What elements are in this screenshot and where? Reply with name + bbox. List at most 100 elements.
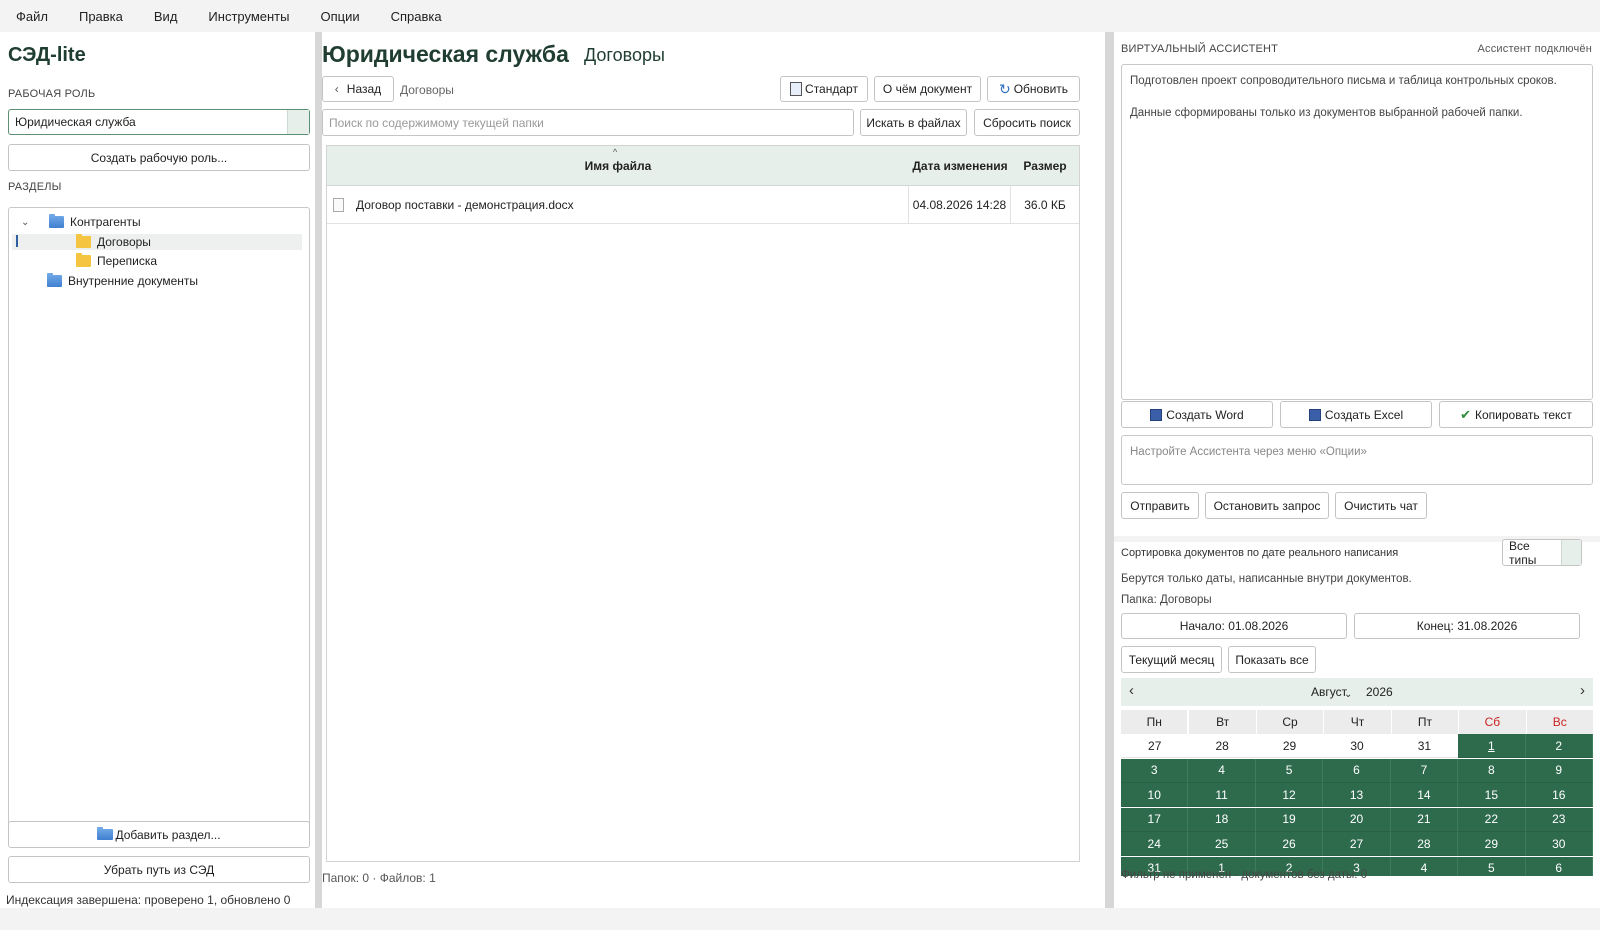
show-all-button[interactable]: Показать все xyxy=(1228,646,1316,673)
remove-path-button[interactable]: Убрать путь из СЭД xyxy=(8,856,310,883)
save-icon xyxy=(1150,408,1163,421)
calendar-day[interactable]: 26 xyxy=(1255,832,1324,856)
role-label: РАБОЧАЯ РОЛЬ xyxy=(8,88,96,100)
calendar-year[interactable]: 2026 xyxy=(1366,685,1393,699)
tree-item-dogovory[interactable]: Договоры xyxy=(76,233,151,251)
save-icon xyxy=(1308,408,1321,421)
calendar-day[interactable]: 10 xyxy=(1121,783,1189,807)
document-type-value: Все типы xyxy=(1509,538,1537,567)
calendar-day[interactable]: 30 xyxy=(1525,832,1593,856)
calendar-day[interactable]: 16 xyxy=(1525,783,1593,807)
calendar-day[interactable]: 15 xyxy=(1458,783,1526,807)
page-subtitle: Договоры xyxy=(584,45,665,65)
copy-text-button[interactable]: ✔ Копировать текст xyxy=(1439,401,1593,428)
calendar-day[interactable]: 27 xyxy=(1121,734,1189,758)
create-excel-button[interactable]: Создать Excel xyxy=(1280,401,1432,428)
splitter-left[interactable] xyxy=(315,32,322,908)
table-row[interactable]: Договор поставки - демонстрация.docx 04.… xyxy=(327,186,1079,224)
calendar-day[interactable]: 1 xyxy=(1458,734,1526,758)
left-panel: СЭД-lite РАБОЧАЯ РОЛЬ Юридическая служба… xyxy=(0,32,315,908)
calendar-day[interactable]: 19 xyxy=(1255,807,1324,832)
tree-item-perepiska[interactable]: Переписка xyxy=(76,252,157,270)
end-date-button[interactable]: Конец: 31.08.2026 xyxy=(1354,613,1580,639)
calendar-day[interactable]: 29 xyxy=(1458,832,1526,856)
calendar-day[interactable]: 17 xyxy=(1121,807,1189,832)
calendar-day[interactable]: 30 xyxy=(1323,734,1391,758)
menu-tools[interactable]: Инструменты xyxy=(208,9,289,24)
standard-button[interactable]: Стандарт xyxy=(780,76,868,102)
calendar-day[interactable]: 28 xyxy=(1390,832,1459,856)
calendar-day[interactable]: 21 xyxy=(1390,807,1459,832)
assistant-chat-area[interactable]: Подготовлен проект сопроводительного пис… xyxy=(1121,64,1593,400)
assistant-input-placeholder: Настройте Ассистента через меню «Опции» xyxy=(1130,446,1367,458)
create-role-button[interactable]: Создать рабочую роль... xyxy=(8,144,310,171)
calendar-day[interactable]: 6 xyxy=(1323,758,1391,783)
about-document-button[interactable]: О чём документ xyxy=(874,76,981,102)
stop-request-button[interactable]: Остановить запрос xyxy=(1205,492,1329,519)
calendar-day[interactable]: 25 xyxy=(1188,832,1256,856)
calendar-day[interactable]: 27 xyxy=(1323,832,1391,856)
calendar-day[interactable]: 4 xyxy=(1390,856,1459,876)
calendar-day[interactable]: 23 xyxy=(1525,807,1593,832)
column-date-header[interactable]: Дата изменения xyxy=(909,146,1011,186)
calendar-day[interactable]: 13 xyxy=(1323,783,1391,807)
calendar-day[interactable]: 28 xyxy=(1188,734,1256,758)
create-word-button[interactable]: Создать Word xyxy=(1121,401,1273,428)
chevron-down-icon[interactable]: ⌄ xyxy=(1344,689,1352,700)
calendar-day[interactable]: 5 xyxy=(1255,758,1324,783)
column-name-header[interactable]: Имя файла xyxy=(327,146,909,186)
reset-search-button[interactable]: Сбросить поиск xyxy=(974,109,1080,136)
role-combobox[interactable]: Юридическая служба xyxy=(8,109,310,135)
start-date-button[interactable]: Начало: 01.08.2026 xyxy=(1121,613,1347,639)
calendar-day[interactable]: 12 xyxy=(1255,783,1324,807)
menu-help[interactable]: Справка xyxy=(391,9,442,24)
tree-item-vnutrennie[interactable]: Внутренние документы xyxy=(47,272,198,290)
calendar-day[interactable]: 2 xyxy=(1525,734,1593,758)
calendar-day[interactable]: 9 xyxy=(1525,758,1593,783)
calendar-day[interactable]: 11 xyxy=(1188,783,1256,807)
role-dropdown-button[interactable] xyxy=(287,110,309,134)
back-button[interactable]: ‹ Назад xyxy=(322,76,394,102)
current-month-button[interactable]: Текущий месяц xyxy=(1121,646,1222,673)
calendar-day[interactable]: 3 xyxy=(1121,758,1189,783)
menu-file[interactable]: Файл xyxy=(16,9,48,24)
send-button[interactable]: Отправить xyxy=(1121,492,1199,519)
menu-view[interactable]: Вид xyxy=(154,9,178,24)
document-type-select[interactable]: Все типы xyxy=(1502,538,1582,567)
search-files-button[interactable]: Искать в файлах xyxy=(860,109,967,136)
calendar-day[interactable]: 7 xyxy=(1390,758,1459,783)
chevron-down-icon[interactable]: ⌄ xyxy=(21,217,35,228)
calendar-day[interactable]: 8 xyxy=(1458,758,1526,783)
calendar-day[interactable]: 4 xyxy=(1188,758,1256,783)
search-input[interactable]: Поиск по содержимому текущей папки xyxy=(322,109,854,136)
column-size-header[interactable]: Размер xyxy=(1011,146,1079,186)
calendar-day[interactable]: 6 xyxy=(1525,856,1593,876)
refresh-label: Обновить xyxy=(1013,82,1069,96)
sorting-title: Сортировка документов по дате реального … xyxy=(1121,547,1399,559)
calendar-day[interactable]: 14 xyxy=(1390,783,1459,807)
menu-edit[interactable]: Правка xyxy=(79,9,123,24)
tree-item-kontragenty[interactable]: ⌄ Контрагенты xyxy=(21,213,141,231)
calendar-day[interactable]: 29 xyxy=(1255,734,1324,758)
sort-ascending-icon: ^ xyxy=(613,147,618,157)
add-section-button[interactable]: Добавить раздел... xyxy=(8,821,310,848)
prev-month-icon[interactable]: ‹ xyxy=(1129,682,1134,699)
calendar-day[interactable]: 18 xyxy=(1188,807,1256,832)
folder-icon xyxy=(76,253,91,267)
clear-chat-button[interactable]: Очистить чат xyxy=(1335,492,1427,519)
next-month-icon[interactable]: › xyxy=(1580,682,1585,699)
calendar-month[interactable]: Август xyxy=(1311,685,1347,699)
calendar-day[interactable]: 22 xyxy=(1458,807,1526,832)
calendar-day[interactable]: 24 xyxy=(1121,832,1189,856)
calendar-day[interactable]: 20 xyxy=(1323,807,1391,832)
assistant-input[interactable]: Настройте Ассистента через меню «Опции» xyxy=(1121,435,1593,485)
menu-options[interactable]: Опции xyxy=(320,9,359,24)
sorting-panel: Сортировка документов по дате реального … xyxy=(1114,538,1600,908)
splitter-right[interactable] xyxy=(1105,32,1114,908)
calendar-day[interactable]: 31 xyxy=(1390,734,1459,758)
sorting-folder: Папка: Договоры xyxy=(1121,594,1212,606)
refresh-button[interactable]: ↻ Обновить xyxy=(987,76,1080,102)
dropdown-button[interactable] xyxy=(1561,540,1581,565)
center-panel: Юридическая служба Договоры ‹ Назад Дого… xyxy=(322,32,1105,908)
calendar-day[interactable]: 5 xyxy=(1458,856,1526,876)
